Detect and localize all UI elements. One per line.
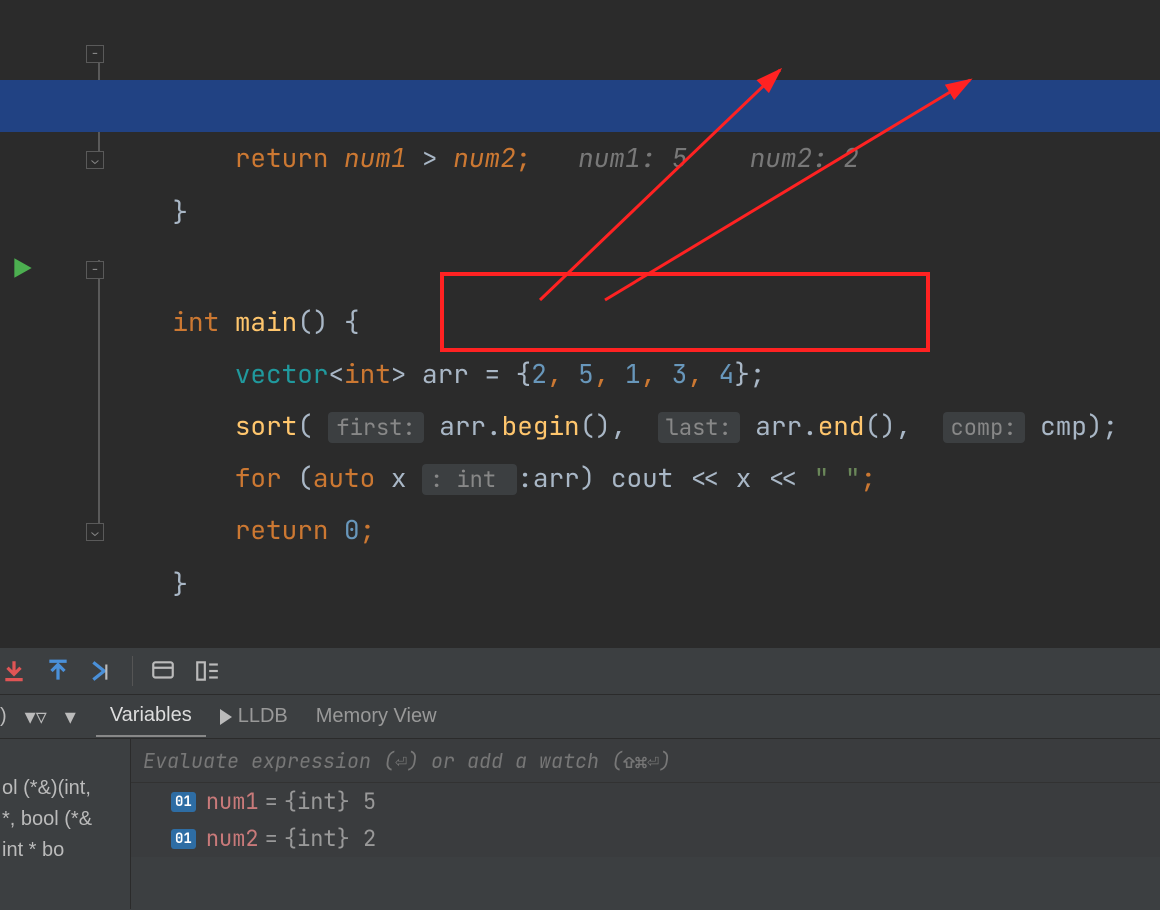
- evaluate-icon[interactable]: [149, 657, 177, 685]
- panel-resize-handle[interactable]: [0, 600, 1160, 648]
- frame-row[interactable]: ol (*&)(int,: [0, 773, 130, 804]
- code-line[interactable]: return 0;: [110, 452, 1160, 504]
- variable-value: {int} 5: [284, 787, 376, 816]
- code-line-current[interactable]: return num1 > num2; num1: 5 num2: 2: [0, 80, 1160, 132]
- frame-row[interactable]: *, bool (*&: [0, 804, 130, 835]
- tab-variables[interactable]: Variables: [96, 696, 206, 737]
- fold-end[interactable]: [0, 134, 110, 186]
- fold-guide: [98, 260, 100, 524]
- type-badge: 01: [171, 792, 196, 812]
- evaluate-input[interactable]: Evaluate expression (⏎) or add a watch (…: [131, 739, 1160, 783]
- debug-panel: ) ▾▿ ▾ Variables LLDB Memory View ol (*&…: [0, 600, 1160, 910]
- code-editor[interactable]: bool cmp(int num1, int num2) { num1: 5 n…: [0, 0, 1160, 600]
- step-over-icon[interactable]: [0, 657, 28, 685]
- code-line[interactable]: }: [110, 506, 1160, 558]
- play-icon: [220, 709, 232, 725]
- code-line[interactable]: vector<int> arr = {2, 5, 1, 3, 4};: [110, 296, 1160, 348]
- watches-icon[interactable]: [193, 657, 221, 685]
- variables-pane: Evaluate expression (⏎) or add a watch (…: [130, 739, 1160, 909]
- variable-name: num2: [206, 824, 259, 853]
- variable-row[interactable]: 01 num2 = {int} 2: [131, 820, 1160, 857]
- filter-icon[interactable]: ▾▿: [25, 704, 47, 730]
- code-line[interactable]: int main() {: [110, 244, 1160, 296]
- type-badge: 01: [171, 829, 196, 849]
- debug-tabs: ) ▾▿ ▾ Variables LLDB Memory View: [0, 695, 1160, 739]
- fold-end[interactable]: [0, 506, 110, 558]
- step-out-icon[interactable]: [44, 657, 72, 685]
- code-line[interactable]: sort( first: arr.begin(), last: arr.end(…: [110, 348, 1160, 400]
- variable-value: {int} 2: [284, 824, 376, 853]
- fold-toggle[interactable]: [0, 28, 110, 80]
- run-gutter-icon[interactable]: [10, 255, 36, 281]
- code-line[interactable]: for (auto x : int :arr) cout << x << " "…: [110, 400, 1160, 452]
- run-to-cursor-icon[interactable]: [88, 657, 116, 685]
- code-line[interactable]: bool cmp(int num1, int num2) { num1: 5 n…: [110, 28, 1160, 80]
- tab-memory-view[interactable]: Memory View: [302, 697, 451, 736]
- toolbar-divider: [132, 656, 133, 686]
- frame-row[interactable]: int * bo: [0, 835, 130, 866]
- variable-name: num1: [206, 787, 259, 816]
- frames-list[interactable]: ol (*&)(int, *, bool (*& int * bo: [0, 739, 130, 909]
- dropdown-icon[interactable]: ▾: [65, 704, 76, 730]
- variable-row[interactable]: 01 num1 = {int} 5: [131, 783, 1160, 820]
- tab-lldb[interactable]: LLDB: [206, 697, 302, 736]
- code-line[interactable]: }: [110, 134, 1160, 186]
- frame-count-suffix: ): [0, 705, 7, 728]
- debug-toolbar: [0, 648, 1160, 695]
